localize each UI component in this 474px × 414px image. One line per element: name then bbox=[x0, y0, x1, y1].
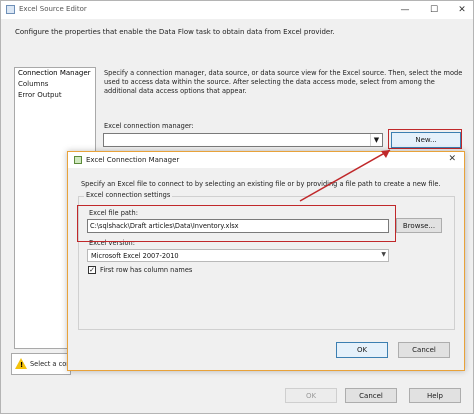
red-arrow bbox=[299, 149, 391, 202]
red-arrow-line bbox=[299, 149, 391, 202]
